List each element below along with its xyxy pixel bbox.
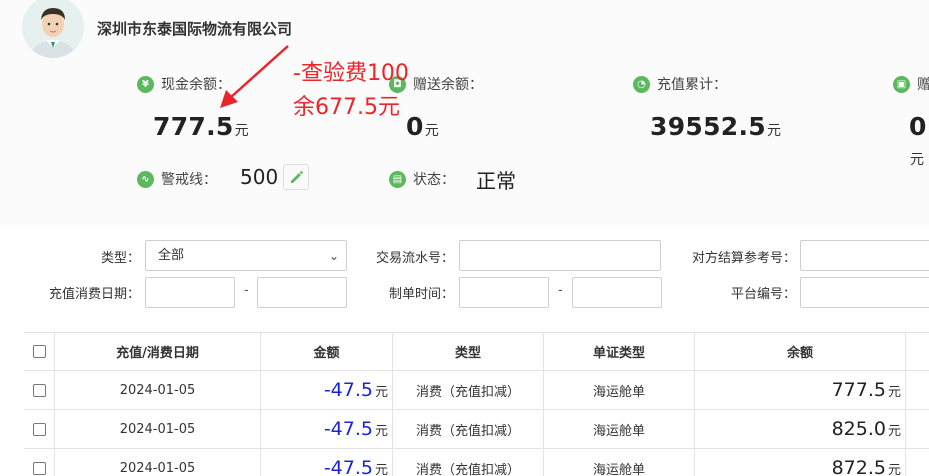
status-label: ▤ 状态： <box>389 169 455 189</box>
cash-balance-value: 777.5元 <box>153 112 249 141</box>
annotation-line-1: -查验费100 <box>293 61 409 86</box>
fourth-summary-value: 0元 <box>909 112 927 168</box>
platform-number-input[interactable] <box>800 277 929 308</box>
warning-line-label: ∿ 警戒线： <box>137 169 217 189</box>
select-all-cell <box>24 333 55 370</box>
row-checkbox[interactable] <box>32 383 46 397</box>
company-name: 深圳市东泰国际物流有限公司 <box>97 20 293 38</box>
yen-icon: ¥ <box>137 75 154 93</box>
date-range-separator: - <box>244 283 249 298</box>
row-amount: -47.5 元 <box>261 449 393 476</box>
annotation-arrow-icon <box>220 45 289 108</box>
row-doc-type: 海运舱单 <box>544 371 695 409</box>
type-select[interactable]: 全部 ⌄ <box>145 240 347 271</box>
row-balance: 872.5 元 <box>695 449 906 476</box>
edit-warning-button[interactable] <box>283 164 309 190</box>
table-row: 2024-01-05 -47.5 元 消费（充值扣减） 海运舱单 777.5 元 <box>24 371 929 410</box>
date-range-label: 充值消费日期： <box>48 287 140 302</box>
reference-number-label: 对方结算参考号： <box>691 251 796 266</box>
serial-number-label: 交易流水号： <box>375 251 454 266</box>
recharge-total-label: ◔ 充值累计： <box>633 74 727 94</box>
pulse-icon: ∿ <box>137 170 154 188</box>
briefcase-icon: ▤ <box>389 170 406 188</box>
row-checkbox[interactable] <box>32 461 46 475</box>
warning-line-value: 500 <box>240 165 279 189</box>
row-doc-type: 海运舱单 <box>544 410 695 448</box>
row-balance: 777.5 元 <box>695 371 906 409</box>
chevron-down-icon: ⌄ <box>328 249 339 263</box>
fourth-summary-label: ▣ 赠 <box>893 74 929 94</box>
recharge-total-value: 39552.5元 <box>650 112 782 141</box>
header-amount: 金额 <box>261 333 393 370</box>
header-balance: 余额 <box>695 333 906 370</box>
row-date: 2024-01-05 <box>55 410 261 448</box>
ticket-icon: ▣ <box>893 75 910 93</box>
row-type: 消费（充值扣减） <box>393 449 544 476</box>
row-balance: 825.0 元 <box>695 410 906 448</box>
row-checkbox[interactable] <box>32 422 46 436</box>
account-page: 深圳市东泰国际物流有限公司 ¥ 现金余额： 777.5元 ◘ 赠送余额： 0元 … <box>0 0 929 476</box>
transactions-table: 充值/消费日期 金额 类型 单证类型 余额 2024-01-05 -47.5 元 … <box>24 332 929 476</box>
row-amount: -47.5 元 <box>261 371 393 409</box>
row-doc-type: 海运舱单 <box>544 449 695 476</box>
recharge-icon: ◔ <box>633 75 650 93</box>
platform-number-label: 平台编号： <box>730 287 796 302</box>
order-time-separator: - <box>558 283 563 298</box>
header-date: 充值/消费日期 <box>55 333 261 370</box>
row-amount: -47.5 元 <box>261 410 393 448</box>
date-to-input[interactable] <box>257 277 347 308</box>
type-filter-label: 类型： <box>100 251 140 266</box>
row-type: 消费（充值扣减） <box>393 410 544 448</box>
row-date: 2024-01-05 <box>55 449 261 476</box>
serial-number-input[interactable] <box>459 240 661 271</box>
date-from-input[interactable] <box>145 277 235 308</box>
table-row: 2024-01-05 -47.5 元 消费（充值扣减） 海运舱单 872.5 元 <box>24 449 929 476</box>
header-type: 类型 <box>393 333 544 370</box>
row-date: 2024-01-05 <box>55 371 261 409</box>
table-row: 2024-01-05 -47.5 元 消费（充值扣减） 海运舱单 825.0 元 <box>24 410 929 449</box>
row-type: 消费（充值扣减） <box>393 371 544 409</box>
annotation-line-2: 余677.5元 <box>293 95 400 120</box>
reference-number-input[interactable] <box>800 240 929 271</box>
gift-balance-value: 0元 <box>406 112 440 141</box>
order-time-to-input[interactable] <box>572 277 662 308</box>
table-header: 充值/消费日期 金额 类型 单证类型 余额 <box>24 333 929 371</box>
order-time-from-input[interactable] <box>459 277 549 308</box>
status-value: 正常 <box>476 169 516 193</box>
select-all-checkbox[interactable] <box>32 345 46 358</box>
pencil-icon <box>291 170 304 183</box>
order-time-label: 制单时间： <box>388 287 454 302</box>
header-doc-type: 单证类型 <box>544 333 695 370</box>
